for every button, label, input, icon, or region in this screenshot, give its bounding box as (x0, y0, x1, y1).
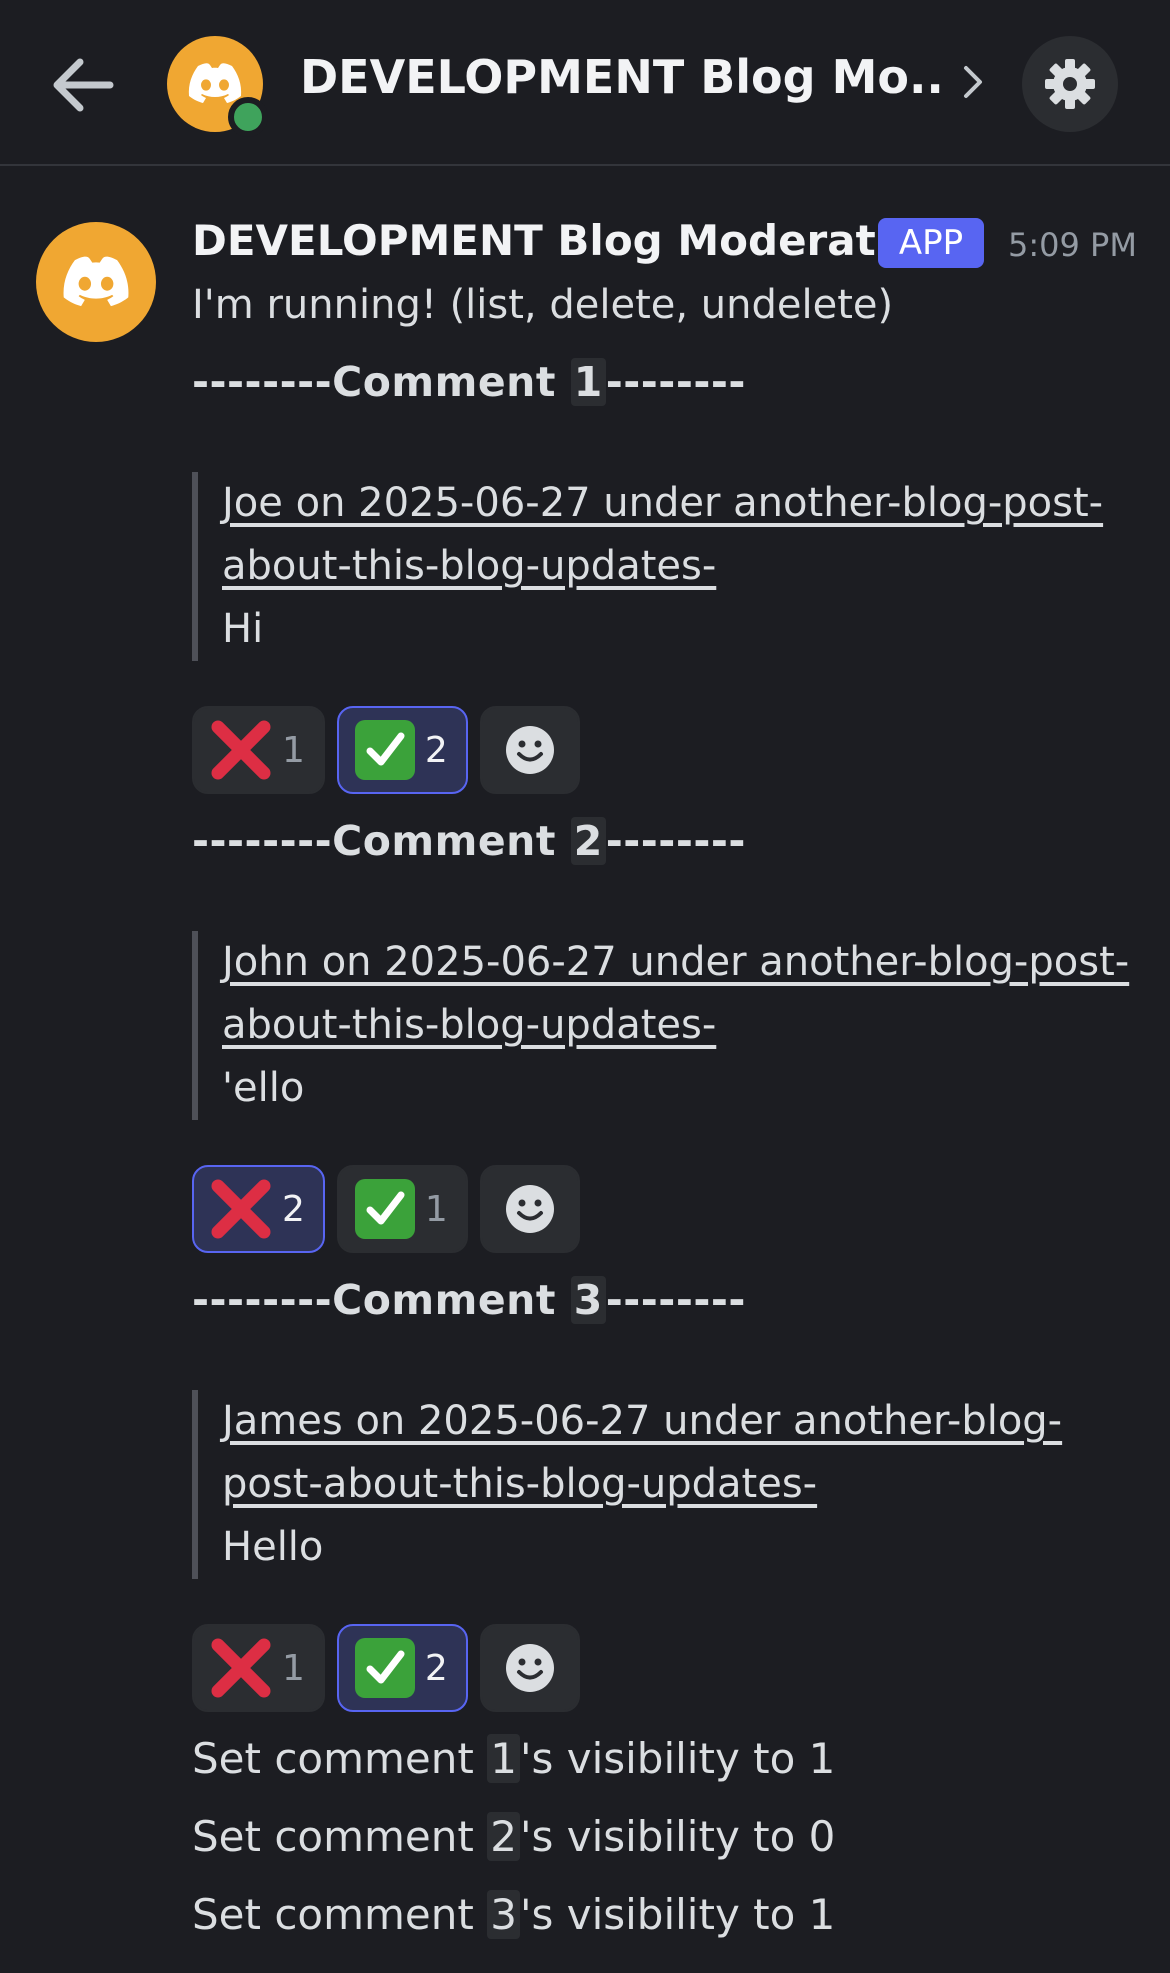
heading-dashes: -------- (605, 358, 746, 406)
line-suffix: 's visibility to 0 (519, 1812, 836, 1861)
cross-mark-icon (210, 1637, 272, 1699)
back-button[interactable] (48, 52, 118, 118)
reaction-bar: 2 1 (192, 1165, 580, 1253)
app-badge: APP (878, 218, 984, 268)
comment-number: 2 (570, 817, 606, 865)
comment-number: 1 (570, 358, 606, 406)
heading-dashes: -------- (192, 1276, 333, 1324)
settings-button[interactable] (1022, 36, 1118, 132)
line-prefix: Set comment (192, 1890, 488, 1939)
chevron-right-icon[interactable] (960, 62, 986, 102)
heading-label: Comment (332, 1276, 571, 1324)
message-header: DEVELOPMENT Blog Moderat... APP 5:09 PM (192, 214, 1152, 274)
check-mark-icon (354, 1638, 415, 1698)
reaction-count: 1 (424, 1188, 448, 1230)
gear-icon (1045, 59, 1095, 109)
reaction-check[interactable]: 1 (336, 1165, 468, 1253)
check-mark-icon (354, 720, 415, 780)
comment-meta-link[interactable]: John on 2025-06-27 under another-blog-po… (222, 939, 1129, 1048)
heading-dashes: -------- (192, 817, 333, 865)
heading-dashes: -------- (605, 817, 746, 865)
reaction-bar: 1 2 (192, 1624, 580, 1712)
visibility-update-line: Set comment 3's visibility to 1 (192, 1890, 835, 1939)
discord-logo-icon (63, 256, 129, 306)
reaction-count: 2 (424, 729, 448, 771)
heading-label: Comment (332, 817, 571, 865)
comment-number: 3 (487, 1890, 520, 1939)
reaction-cross[interactable]: 1 (192, 706, 325, 794)
channel-header: DEVELOPMENT Blog Mo... (0, 0, 1170, 166)
visibility-update-line: Set comment 2's visibility to 0 (192, 1812, 835, 1861)
smiley-icon (505, 726, 554, 774)
reaction-count: 1 (282, 1647, 305, 1689)
check-mark-icon (354, 1179, 415, 1239)
line-suffix: 's visibility to 1 (519, 1890, 836, 1939)
line-prefix: Set comment (192, 1734, 488, 1783)
heading-dashes: -------- (192, 358, 333, 406)
reaction-check[interactable]: 2 (336, 1624, 468, 1712)
heading-label: Comment (332, 358, 571, 406)
comment-meta-link[interactable]: James on 2025-06-27 under another-blog-p… (222, 1398, 1062, 1507)
message-author-name[interactable]: DEVELOPMENT Blog Moderat... (192, 216, 924, 265)
comment-quote: James on 2025-06-27 under another-blog-p… (192, 1390, 1132, 1579)
add-reaction-button[interactable] (479, 1165, 580, 1253)
comment-body: 'ello (222, 1065, 305, 1111)
add-reaction-button[interactable] (479, 1624, 580, 1712)
visibility-update-line: Set comment 1's visibility to 1 (192, 1734, 835, 1783)
reaction-count: 1 (282, 729, 305, 771)
channel-title[interactable]: DEVELOPMENT Blog Mo... (300, 50, 940, 104)
reaction-bar: 1 2 (192, 706, 580, 794)
reaction-cross[interactable]: 2 (192, 1165, 325, 1253)
comment-number: 1 (487, 1734, 520, 1783)
comment-heading: --------Comment 1-------- (192, 358, 746, 406)
line-prefix: Set comment (192, 1812, 488, 1861)
message-timestamp: 5:09 PM (1008, 226, 1137, 264)
comment-quote: John on 2025-06-27 under another-blog-po… (192, 931, 1132, 1120)
comment-heading: --------Comment 3-------- (192, 1276, 746, 1324)
comment-number: 3 (570, 1276, 606, 1324)
line-suffix: 's visibility to 1 (519, 1734, 836, 1783)
cross-mark-icon (210, 1178, 272, 1240)
reaction-cross[interactable]: 1 (192, 1624, 325, 1712)
comment-meta-link[interactable]: Joe on 2025-06-27 under another-blog-pos… (222, 480, 1103, 589)
smiley-icon (505, 1185, 554, 1233)
comment-number: 2 (487, 1812, 520, 1861)
back-arrow-icon (53, 58, 114, 112)
discord-logo-icon (188, 63, 242, 103)
comment-body: Hello (222, 1524, 324, 1570)
add-reaction-button[interactable] (479, 706, 580, 794)
message-author-avatar[interactable] (36, 222, 156, 342)
smiley-icon (505, 1644, 554, 1692)
message-status-text: I'm running! (list, delete, undelete) (192, 282, 894, 328)
reaction-count: 2 (424, 1647, 448, 1689)
reaction-check[interactable]: 2 (336, 706, 468, 794)
reaction-count: 2 (282, 1188, 305, 1230)
comment-quote: Joe on 2025-06-27 under another-blog-pos… (192, 472, 1132, 661)
heading-dashes: -------- (605, 1276, 746, 1324)
comment-body: Hi (222, 606, 264, 652)
online-status-icon (228, 97, 268, 137)
comment-heading: --------Comment 2-------- (192, 817, 746, 865)
cross-mark-icon (210, 719, 272, 781)
